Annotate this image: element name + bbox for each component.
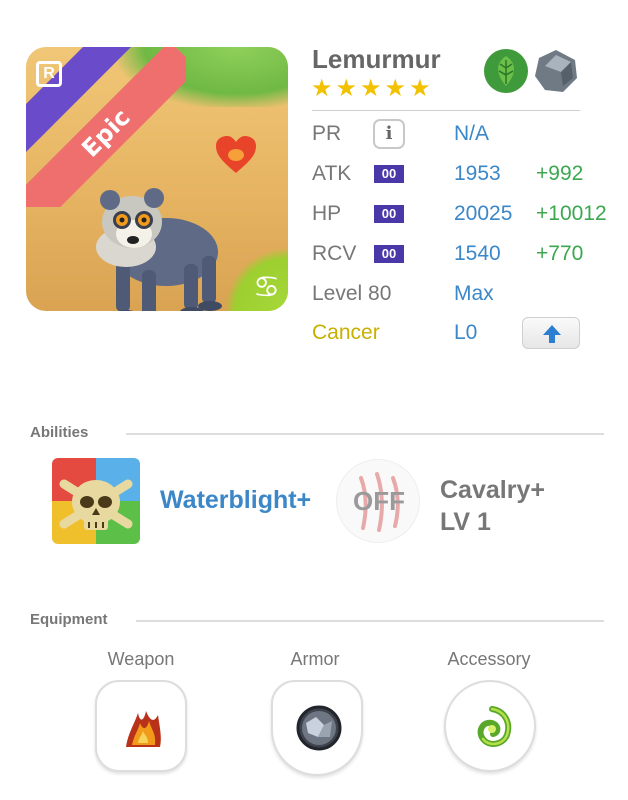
atk-label: ATK [312,162,352,185]
passive-name-line1: Cavalry+ [440,476,545,504]
rcv-value: 1540 [454,242,501,265]
stat-row-level: Level 80 Max [312,282,572,312]
rcv-chip: 00 [374,245,404,263]
passive-status: OFF [353,486,405,516]
rare-badge-icon: R [36,61,62,87]
header-divider [312,110,580,111]
stat-row-hp: HP 00 20025 +10012 [312,202,622,232]
flame-claw-icon [126,711,161,747]
info-button[interactable]: i [373,119,405,149]
equipment-divider [136,620,604,622]
abilities-divider [126,433,604,435]
armor-label: Armor [290,649,340,669]
hero-portrait[interactable]: Epic R ♋ [26,47,288,311]
rarity-label: Epic [76,103,136,163]
pr-label: PR [312,122,342,145]
accessory-slot[interactable] [444,680,536,772]
star-icon: ★ [311,74,333,102]
arrow-up-icon [543,325,561,343]
hp-chip: 00 [374,205,404,223]
stat-row-sign: Cancer L0 [312,317,592,351]
level-label: Level 80 [312,282,392,305]
stat-row-rcv: RCV 00 1540 +770 [312,242,612,272]
passive-level: LV 1 [440,508,491,536]
hp-label: HP [312,202,342,225]
active-ability-name[interactable]: Waterblight+ [160,486,311,515]
abilities-title: Abilities [30,424,89,441]
hero-name: Lemurmur [312,44,441,74]
pr-value: N/A [454,122,490,145]
sign-level-value: L0 [454,321,478,344]
atk-bonus: +992 [536,162,584,185]
atk-value: 1953 [454,162,501,185]
star-icon: ★ [360,74,382,102]
passive-ability-name: Cavalry+ LV 1 [440,474,610,538]
rcv-label: RCV [312,242,357,265]
crystal-orb-icon [296,705,342,751]
skull-ability-icon[interactable] [52,458,140,544]
heart-balloon-icon [216,136,256,173]
cancer-label: Cancer [312,321,380,344]
hp-value: 20025 [454,202,513,225]
star-icon: ★ [409,74,431,102]
rcv-bonus: +770 [536,242,584,265]
armor-slot[interactable] [271,680,363,776]
stone-element-icon [535,50,577,92]
star-icon: ★ [335,74,358,102]
passive-ability-toggle[interactable]: OFF [336,459,420,543]
hp-bonus: +10012 [536,202,607,225]
weapon-slot[interactable] [95,680,187,772]
level-value: Max [454,282,494,305]
stat-row-atk: ATK 00 1953 +992 [312,162,612,192]
star-icon: ★ [384,74,407,102]
zodiac-corner: ♋ [226,249,288,311]
cancer-zodiac-icon: ♋ [253,270,280,305]
accessory-label: Accessory [447,649,531,669]
equipment-title: Equipment [30,611,108,628]
stat-row-pr: PR i N/A [312,119,602,152]
star-rating: ★ ★ ★ ★ ★ [311,76,431,100]
upgrade-button[interactable] [522,317,580,349]
leaf-element-icon [484,49,528,93]
atk-chip: 00 [374,165,404,183]
weapon-label: Weapon [107,649,175,669]
green-swirl-icon [477,706,512,747]
